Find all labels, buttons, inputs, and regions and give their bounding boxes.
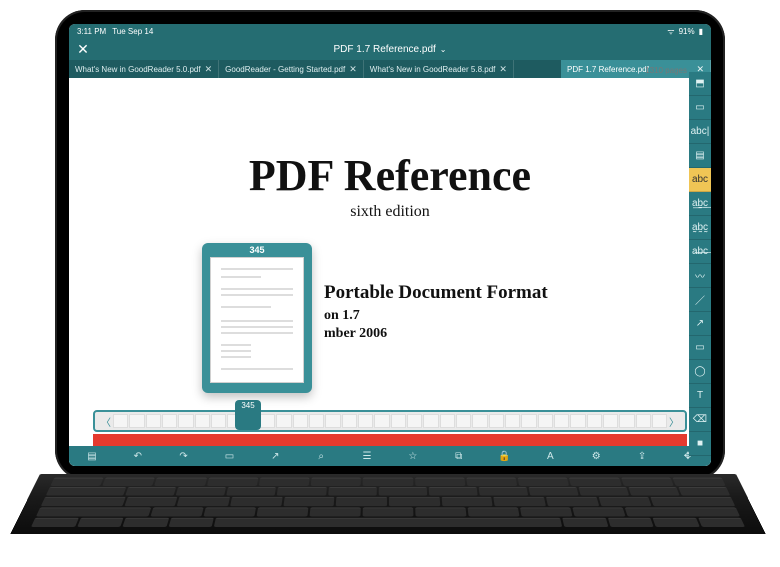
squiggle-icon[interactable]: a̰b̰c̰: [689, 216, 711, 240]
screen: 3:11 PM Tue Sep 14 ᯤ 91% ▮ ✕ PDF 1.7 Ref…: [69, 24, 711, 466]
text-icon[interactable]: A: [541, 449, 559, 463]
tab-label: What's New in GoodReader 5.8.pdf: [370, 65, 496, 74]
close-icon[interactable]: ✕: [205, 64, 213, 75]
doc-heading: PDF Reference: [69, 150, 711, 201]
share-icon[interactable]: ⇪: [633, 449, 651, 463]
strike-icon[interactable]: a̶b̶c̶: [689, 240, 711, 264]
lock-icon[interactable]: 🔒: [496, 449, 514, 463]
highlight-bar: [93, 434, 687, 446]
chevron-down-icon: ⌄: [440, 45, 447, 54]
doc-line: mber 2006: [324, 326, 548, 342]
bottom-toolbar: ▤↶↷▭↗⌕☰☆⧉🔒A⚙⇪✥: [69, 446, 711, 466]
close-icon[interactable]: ✕: [349, 64, 357, 75]
preview-sheet: [210, 257, 304, 383]
bookmark-icon[interactable]: ⬒: [689, 72, 711, 96]
document-body-lower: Portable Document Format on 1.7 mber 200…: [324, 282, 548, 342]
thumbnail-strip[interactable]: [113, 414, 667, 428]
erase-icon[interactable]: ⌫: [689, 408, 711, 432]
total-pages-label: 1310 pages: [645, 66, 687, 75]
line-icon[interactable]: ／: [689, 288, 711, 312]
doc-line: on 1.7: [324, 308, 548, 324]
nav-prev-icon[interactable]: 〈: [99, 414, 113, 429]
doc-line: Portable Document Format: [324, 282, 548, 304]
arrow-icon[interactable]: ↗: [689, 312, 711, 336]
back-icon[interactable]: ↶: [129, 449, 147, 463]
underline-icon[interactable]: a͟b͟c͟: [689, 192, 711, 216]
preview-page-number: 345: [249, 243, 264, 257]
keyboard: [10, 474, 766, 534]
fwd-icon[interactable]: ↷: [175, 449, 193, 463]
outline-icon[interactable]: ☰: [358, 449, 376, 463]
doc-title-text: PDF 1.7 Reference.pdf: [334, 44, 436, 55]
nav-next-icon[interactable]: 〉: [667, 414, 681, 429]
close-button[interactable]: ✕: [69, 38, 97, 60]
doc-title-dropdown[interactable]: PDF 1.7 Reference.pdf ⌄: [334, 44, 447, 55]
page-navigator[interactable]: 〈 〉 345: [93, 410, 687, 432]
text-tool-icon[interactable]: T: [689, 384, 711, 408]
document-body: PDF Reference sixth edition: [69, 150, 711, 221]
search-icon[interactable]: ⌕: [312, 449, 330, 463]
settings-icon[interactable]: ⚙: [587, 449, 605, 463]
menu-icon[interactable]: ▤: [83, 449, 101, 463]
tab-label: What's New in GoodReader 5.0.pdf: [75, 65, 201, 74]
crop-icon[interactable]: ⧉: [450, 449, 468, 463]
page-scrubber-handle[interactable]: 345: [235, 400, 261, 430]
document-viewport[interactable]: PDF Reference sixth edition Portable Doc…: [69, 78, 711, 466]
highlight-icon[interactable]: abc: [689, 168, 711, 192]
page-icon[interactable]: ▭: [220, 449, 238, 463]
ipad-device: 3:11 PM Tue Sep 14 ᯤ 91% ▮ ✕ PDF 1.7 Ref…: [55, 10, 725, 480]
go-icon[interactable]: ↗: [266, 449, 284, 463]
bmk-icon[interactable]: ☆: [404, 449, 422, 463]
tab-label: PDF 1.7 Reference.pdf: [567, 65, 649, 74]
app-header: ✕ PDF 1.7 Reference.pdf ⌄: [69, 38, 711, 60]
rect-icon[interactable]: ▭: [689, 336, 711, 360]
stop-icon[interactable]: ■: [689, 432, 711, 456]
doc-subheading: sixth edition: [69, 203, 711, 221]
wifi-icon: ᯤ: [667, 26, 674, 37]
close-icon[interactable]: ✕: [499, 64, 507, 75]
tab-item[interactable]: What's New in GoodReader 5.8.pdf ✕: [364, 60, 514, 78]
tab-item[interactable]: GoodReader - Getting Started.pdf ✕: [219, 60, 364, 78]
text-insert-icon[interactable]: abc|: [689, 120, 711, 144]
annotation-toolbar: ⬒▭abc|▤abca͟b͟c͟a̰b̰c̰a̶b̶c̶〰／↗▭◯T⌫■: [689, 72, 711, 456]
status-bar: 3:11 PM Tue Sep 14 ᯤ 91% ▮: [69, 24, 711, 38]
page-preview-popup[interactable]: 345: [202, 243, 312, 393]
tab-bar: What's New in GoodReader 5.0.pdf ✕ GoodR…: [69, 60, 711, 78]
status-date: Tue Sep 14: [112, 27, 153, 36]
note-icon[interactable]: ▭: [689, 96, 711, 120]
tab-label: GoodReader - Getting Started.pdf: [225, 65, 345, 74]
draw-icon[interactable]: 〰: [689, 264, 711, 288]
status-time: 3:11 PM: [77, 27, 106, 36]
comment-icon[interactable]: ▤: [689, 144, 711, 168]
battery-icon: ▮: [699, 27, 703, 36]
battery-pct: 91%: [679, 27, 695, 36]
scrubber-page: 345: [241, 401, 254, 410]
oval-icon[interactable]: ◯: [689, 360, 711, 384]
tab-item[interactable]: What's New in GoodReader 5.0.pdf ✕: [69, 60, 219, 78]
